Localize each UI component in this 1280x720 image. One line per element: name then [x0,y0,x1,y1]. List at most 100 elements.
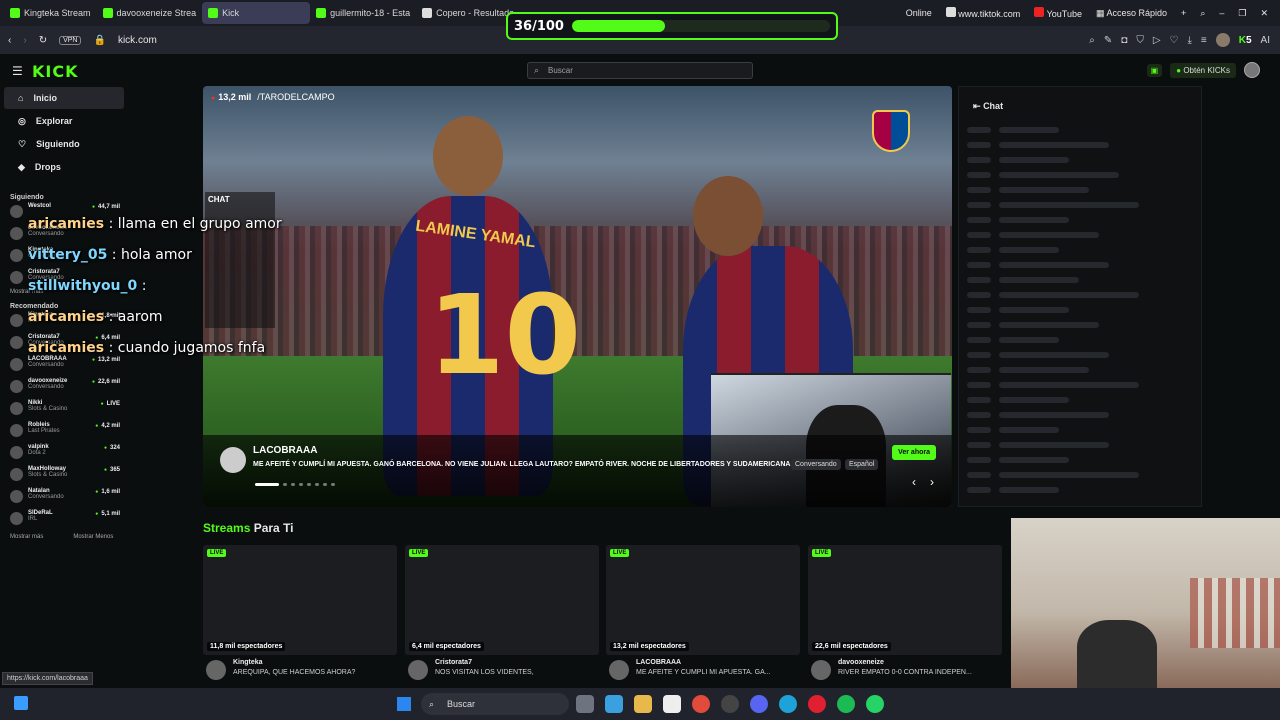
browser-tab-active[interactable]: Kick [202,2,311,24]
get-kicks-button[interactable]: ● Obtén KICKs [1170,62,1236,78]
bookmark-online[interactable]: Online [906,8,932,18]
sidebar-item-inicio[interactable]: ⌂ Inicio [4,87,124,109]
browser-tab[interactable]: Copero - Resultado [416,2,520,24]
channel-name[interactable]: davooxeneize [838,659,884,666]
discord-icon[interactable] [750,695,768,713]
camera-icon[interactable]: ◘ [1121,35,1127,46]
recommended-channel[interactable]: MaxHollowaySlots & Casino365 [0,464,128,486]
bookmark-tiktok[interactable]: www.tiktok.com [945,7,1020,19]
reload-icon[interactable]: ↻ [39,35,47,46]
steam-icon[interactable] [721,695,739,713]
profile-avatar[interactable] [1215,33,1230,47]
search-tabs-icon[interactable]: ⌕ [1200,8,1205,19]
download-icon[interactable]: ⤓ [1187,35,1191,46]
carousel-dot[interactable] [291,483,295,486]
sidebar-item-drops[interactable]: ◆ Drops [4,156,124,178]
kick-favicon [10,8,20,18]
folder-icon[interactable] [634,695,652,713]
minimize-icon[interactable]: – [1219,8,1224,18]
taskbar-search[interactable]: ⌕ Buscar [421,693,569,715]
back-icon[interactable]: ‹ [8,35,11,46]
next-arrow-icon[interactable]: › [930,475,934,489]
stream-card[interactable]: LIVE 11,8 mil espectadores [203,545,397,655]
stream-title[interactable]: RIVER EMPATO 0-0 CONTRA INDEPEN... [838,669,998,676]
avatar[interactable] [811,660,831,680]
kick-store-icon[interactable]: ▣ [1146,63,1163,77]
store-icon[interactable] [663,695,681,713]
avatar[interactable] [609,660,629,680]
carousel-dot[interactable] [323,483,327,486]
show-less-link[interactable]: Mostrar Menos [73,534,113,540]
hamburger-icon[interactable]: ☰ [12,64,23,78]
windows-start-icon[interactable] [397,697,411,711]
menu-icon[interactable]: ≡ [1201,35,1207,46]
bookmark-youtube[interactable]: YouTube [1034,7,1082,19]
forward-icon[interactable]: › [23,35,26,46]
skeleton-text-line [999,277,1079,283]
spotify-icon[interactable] [837,695,855,713]
show-more-link[interactable]: Mostrar más [10,534,43,540]
channel-name[interactable]: LACOBRAAA [636,659,681,666]
carousel-dot[interactable] [255,483,279,486]
avatar[interactable] [206,660,226,680]
whatsapp-icon[interactable] [866,695,884,713]
carousel-dot[interactable] [331,483,335,486]
play-icon[interactable]: ▷ [1153,35,1161,46]
avatar [10,402,23,415]
copilot-icon[interactable] [605,695,623,713]
avatar [10,314,23,327]
chrome-icon[interactable] [692,695,710,713]
recommended-channel[interactable]: NikkiSlots & CasinoLIVE [0,398,128,420]
user-avatar[interactable] [1244,62,1260,78]
featured-channel-name[interactable]: LACOBRAAA [253,445,317,456]
carousel-dot[interactable] [307,483,311,486]
carousel-dot[interactable] [315,483,319,486]
browser-tab[interactable]: guillermito-18 - Esta [310,2,416,24]
avatar[interactable] [408,660,428,680]
shield-icon[interactable]: ⛉ [1136,35,1144,46]
featured-stream-player[interactable]: LAMINE YAMAL 10 13,2 mil/TARODELCAMPO CH… [203,86,952,507]
recommended-channel[interactable]: NatalanConversando1,6 mil [0,486,128,508]
maximize-icon[interactable]: ❐ [1238,8,1246,19]
channel-name[interactable]: Kingteka [233,659,263,666]
browser-tab[interactable]: davooxeneize Strea [97,2,203,24]
chat-collapse-icon[interactable]: ⇤ [973,101,981,111]
recommended-channel[interactable]: davooxeneizeConversando22,6 mil [0,376,128,398]
browser-tab[interactable]: Kingteka Stream [4,2,97,24]
recommended-channel[interactable]: SIDeRaLIRL5,1 mil [0,508,128,530]
carousel-dot[interactable] [299,483,303,486]
stream-title[interactable]: AREQUIPA, QUÉ HACEMOS AHORA? [233,669,393,676]
carousel-dot[interactable] [283,483,287,486]
sidebar-item-explorar[interactable]: ◎ Explorar [4,110,124,132]
watch-now-button[interactable]: Ver ahora [892,445,936,460]
stream-title[interactable]: NOS VISITAN LOS VIDENTES, [435,669,595,676]
search-icon[interactable]: ⌕ [1089,35,1095,46]
stream-card[interactable]: LIVE 22,6 mil espectadores [808,545,1002,655]
tag-conversando[interactable]: Conversando [791,459,841,470]
widgets-icon[interactable] [14,696,28,710]
new-tab-icon[interactable]: + [1181,8,1186,18]
tag-espanol[interactable]: Español [845,459,879,470]
channel-name[interactable]: Cristorata7 [435,659,472,666]
edit-icon[interactable]: ✎ [1104,35,1112,46]
stream-title[interactable]: ME AFEITÉ Y CUMPLÍ MI APUESTA. GA... [636,669,796,676]
stream-card-info: LACOBRAAA ME AFEITÉ Y CUMPLÍ MI APUESTA. … [606,658,800,680]
stream-card[interactable]: LIVE 6,4 mil espectadores [405,545,599,655]
search-input[interactable]: ⌕ Buscar [527,62,753,79]
url-field[interactable]: kick.com [118,35,157,46]
ai-button[interactable]: AI [1261,35,1270,46]
recommended-channel[interactable]: valpinkDota 2324 [0,442,128,464]
vpn-badge[interactable]: VPN [59,35,82,45]
stream-card[interactable]: LIVE 13,2 mil espectadores [606,545,800,655]
file-explorer-icon[interactable] [576,695,594,713]
kick-extension-badge[interactable]: K5 [1239,35,1252,46]
bookmark-quick-access[interactable]: ▦ Acceso Rápido [1096,8,1167,19]
prev-arrow-icon[interactable]: ‹ [912,475,916,489]
kick-logo[interactable]: KICK [32,62,79,81]
opera-icon[interactable] [808,695,826,713]
heart-icon[interactable]: ♡ [1170,35,1179,46]
sidebar-item-siguiendo[interactable]: ♡ Siguiendo [4,133,124,155]
close-icon[interactable]: ✕ [1260,8,1268,19]
recommended-channel[interactable]: RobleisLast Pirates4,2 mil [0,420,128,442]
edge-icon[interactable] [779,695,797,713]
